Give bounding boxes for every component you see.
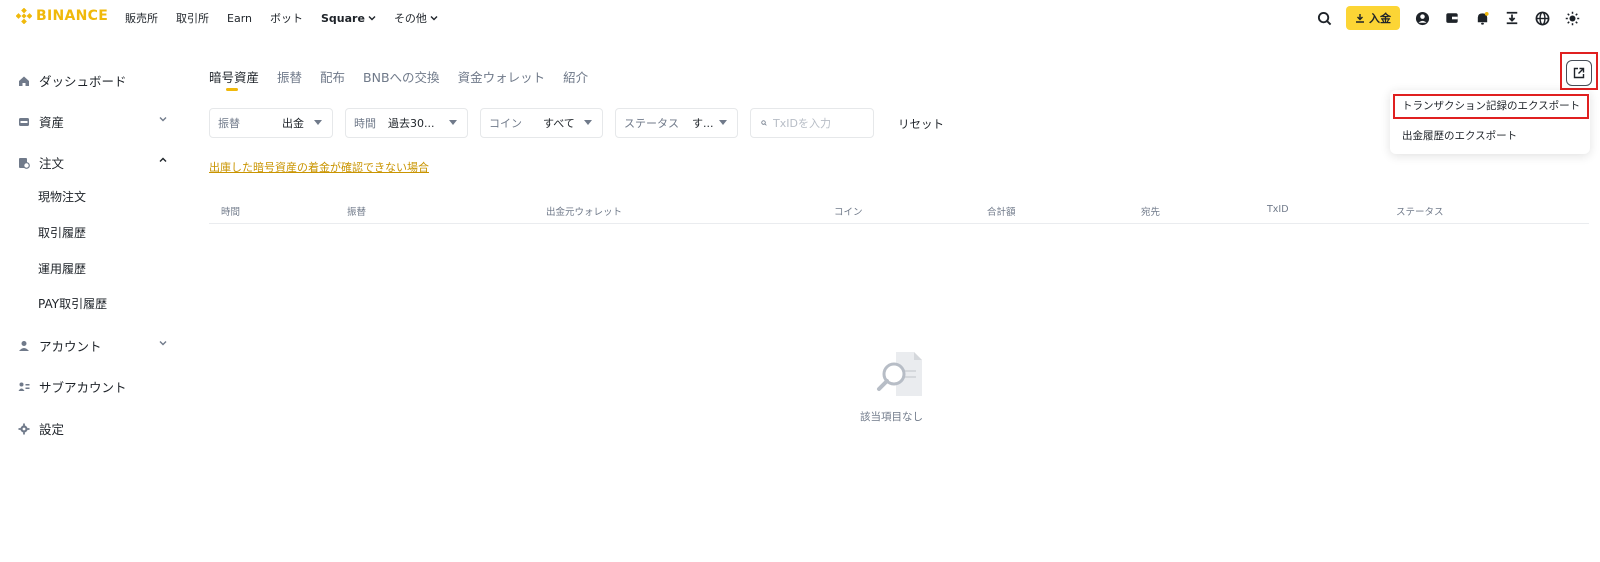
binance-logo-icon [16, 8, 32, 24]
deposit-label: 入金 [1369, 12, 1391, 25]
nav-label: Square [321, 11, 365, 25]
search-icon [761, 120, 767, 126]
sidebar-subitem-earn-history[interactable]: 運用履歴 [38, 260, 86, 277]
nav-item-square[interactable]: Square [321, 10, 376, 26]
tab-bnb-convert[interactable]: BNBへの交換 [363, 67, 440, 86]
transfer-type-select[interactable]: 振替 出金 [209, 108, 333, 138]
nav-label: 販売所 [125, 12, 158, 25]
sidebar-subitem-pay-history[interactable]: PAY取引履歴 [38, 295, 107, 312]
caret-down-icon [314, 120, 322, 125]
export-withdrawal-history[interactable]: 出金履歴のエクスポート [1402, 128, 1517, 143]
chevron-up-icon[interactable] [158, 155, 168, 165]
column-header-destination: 宛先 [1141, 207, 1161, 218]
empty-state-text: 該当項目なし [860, 411, 923, 423]
column-header-txid: TxID [1267, 204, 1289, 215]
coin-select[interactable]: コイン すべて [480, 108, 603, 138]
sidebar-item-orders[interactable]: 注文 [18, 153, 168, 172]
brand-name: BINANCE [36, 8, 109, 24]
wallet-icon [19, 117, 29, 126]
sidebar-item-account[interactable]: アカウント [18, 336, 168, 355]
caret-down-icon [719, 120, 727, 125]
txid-search [750, 108, 874, 138]
tab-distribution[interactable]: 配布 [320, 67, 345, 86]
orders-icon [19, 157, 30, 169]
nav-item-more[interactable]: その他 [394, 10, 438, 26]
unconfirmed-withdrawal-link[interactable]: 出庫した暗号資産の着金が確認できない場合 [209, 159, 429, 175]
export-icon [1573, 67, 1585, 79]
filter-value: す... [692, 117, 714, 130]
nav-item-bot[interactable]: ボット [270, 10, 303, 26]
status-select[interactable]: ステータス す... [615, 108, 738, 138]
chevron-down-icon [430, 16, 438, 21]
gear-icon [18, 423, 30, 434]
nav-item-earn[interactable]: Earn [227, 10, 252, 26]
column-header-source-wallet: 出金元ウォレット [546, 207, 623, 218]
chevron-down-icon[interactable] [158, 338, 168, 348]
tab-referral[interactable]: 紹介 [563, 67, 588, 86]
time-range-select[interactable]: 時間 過去30... [345, 108, 468, 138]
sidebar-item-settings[interactable]: 設定 [18, 419, 168, 438]
main-nav: 販売所 取引所 Earn ボット Square その他 [125, 10, 438, 26]
sidebar-subitem-trade-history[interactable]: 取引履歴 [38, 224, 86, 241]
sidebar-item-label: 設定 [39, 422, 65, 437]
bell-icon[interactable] [1474, 10, 1490, 26]
sub-account-icon [18, 382, 30, 391]
filter-label: 時間 [354, 117, 376, 130]
filter-label: ステータス [624, 117, 679, 130]
table-header: 時間 振替 出金元ウォレット コイン 合計額 宛先 TxID ステータス [209, 200, 1589, 224]
sidebar-item-assets[interactable]: 資産 [18, 112, 168, 131]
search-icon[interactable] [1316, 10, 1332, 26]
deposit-button[interactable]: 入金 [1346, 6, 1400, 30]
export-button[interactable] [1566, 60, 1592, 86]
chevron-down-icon [368, 16, 376, 21]
caret-down-icon [584, 120, 592, 125]
sidebar-item-label: 注文 [39, 156, 65, 171]
sidebar-item-sub-account[interactable]: サブアカウント [18, 377, 168, 396]
column-header-coin: コイン [834, 207, 863, 218]
tab-crypto[interactable]: 暗号資産 [209, 67, 259, 91]
binance-logo[interactable]: BINANCE [16, 8, 108, 24]
filter-value: 過去30... [388, 117, 435, 130]
caret-down-icon [449, 120, 457, 125]
column-header-amount: 合計額 [987, 207, 1016, 218]
column-header-time[interactable]: 時間 [221, 204, 240, 218]
txid-input[interactable] [773, 116, 863, 130]
column-header-status: ステータス [1396, 207, 1444, 218]
reset-button[interactable]: リセット [898, 116, 944, 132]
wallet-icon[interactable] [1444, 10, 1460, 26]
header-actions: 入金 [1316, 6, 1580, 30]
top-bar: BINANCE 販売所 取引所 Earn ボット Square その他 入金 [0, 0, 1600, 36]
tab-transfer[interactable]: 振替 [277, 67, 302, 86]
nav-label: ボット [270, 12, 303, 25]
download-icon [1356, 14, 1364, 23]
home-icon [19, 76, 29, 86]
filter-label: コイン [489, 117, 522, 130]
empty-state-icon [877, 352, 922, 396]
sidebar-subitem-spot-orders[interactable]: 現物注文 [38, 188, 86, 205]
filter-label: 振替 [218, 117, 240, 130]
sidebar-item-label: アカウント [39, 339, 102, 354]
profile-icon[interactable] [1414, 10, 1430, 26]
user-icon [19, 340, 29, 351]
history-tabs: 暗号資産 振替 配布 BNBへの交換 資金ウォレット 紹介 [209, 67, 588, 91]
export-item-highlight-box [1393, 94, 1589, 119]
sidebar-item-label: 資産 [39, 115, 65, 130]
nav-label: Earn [227, 11, 252, 25]
filter-value: すべて [543, 117, 575, 130]
sidebar-item-dashboard[interactable]: ダッシュボード [18, 71, 168, 90]
nav-item-hanbaisho[interactable]: 販売所 [125, 10, 158, 26]
download-app-icon[interactable] [1504, 10, 1520, 26]
tab-funding-wallet[interactable]: 資金ウォレット [458, 67, 546, 86]
chevron-down-icon[interactable] [158, 114, 168, 124]
nav-label: その他 [393, 12, 427, 25]
sidebar-item-label: サブアカウント [39, 380, 127, 395]
filter-value: 出金 [282, 117, 304, 130]
column-header-transfer: 振替 [347, 207, 367, 218]
nav-item-torihikisho[interactable]: 取引所 [176, 10, 209, 26]
theme-icon[interactable] [1564, 10, 1580, 26]
globe-icon[interactable] [1534, 10, 1550, 26]
nav-label: 取引所 [176, 12, 209, 25]
sidebar-item-label: ダッシュボード [39, 74, 127, 89]
